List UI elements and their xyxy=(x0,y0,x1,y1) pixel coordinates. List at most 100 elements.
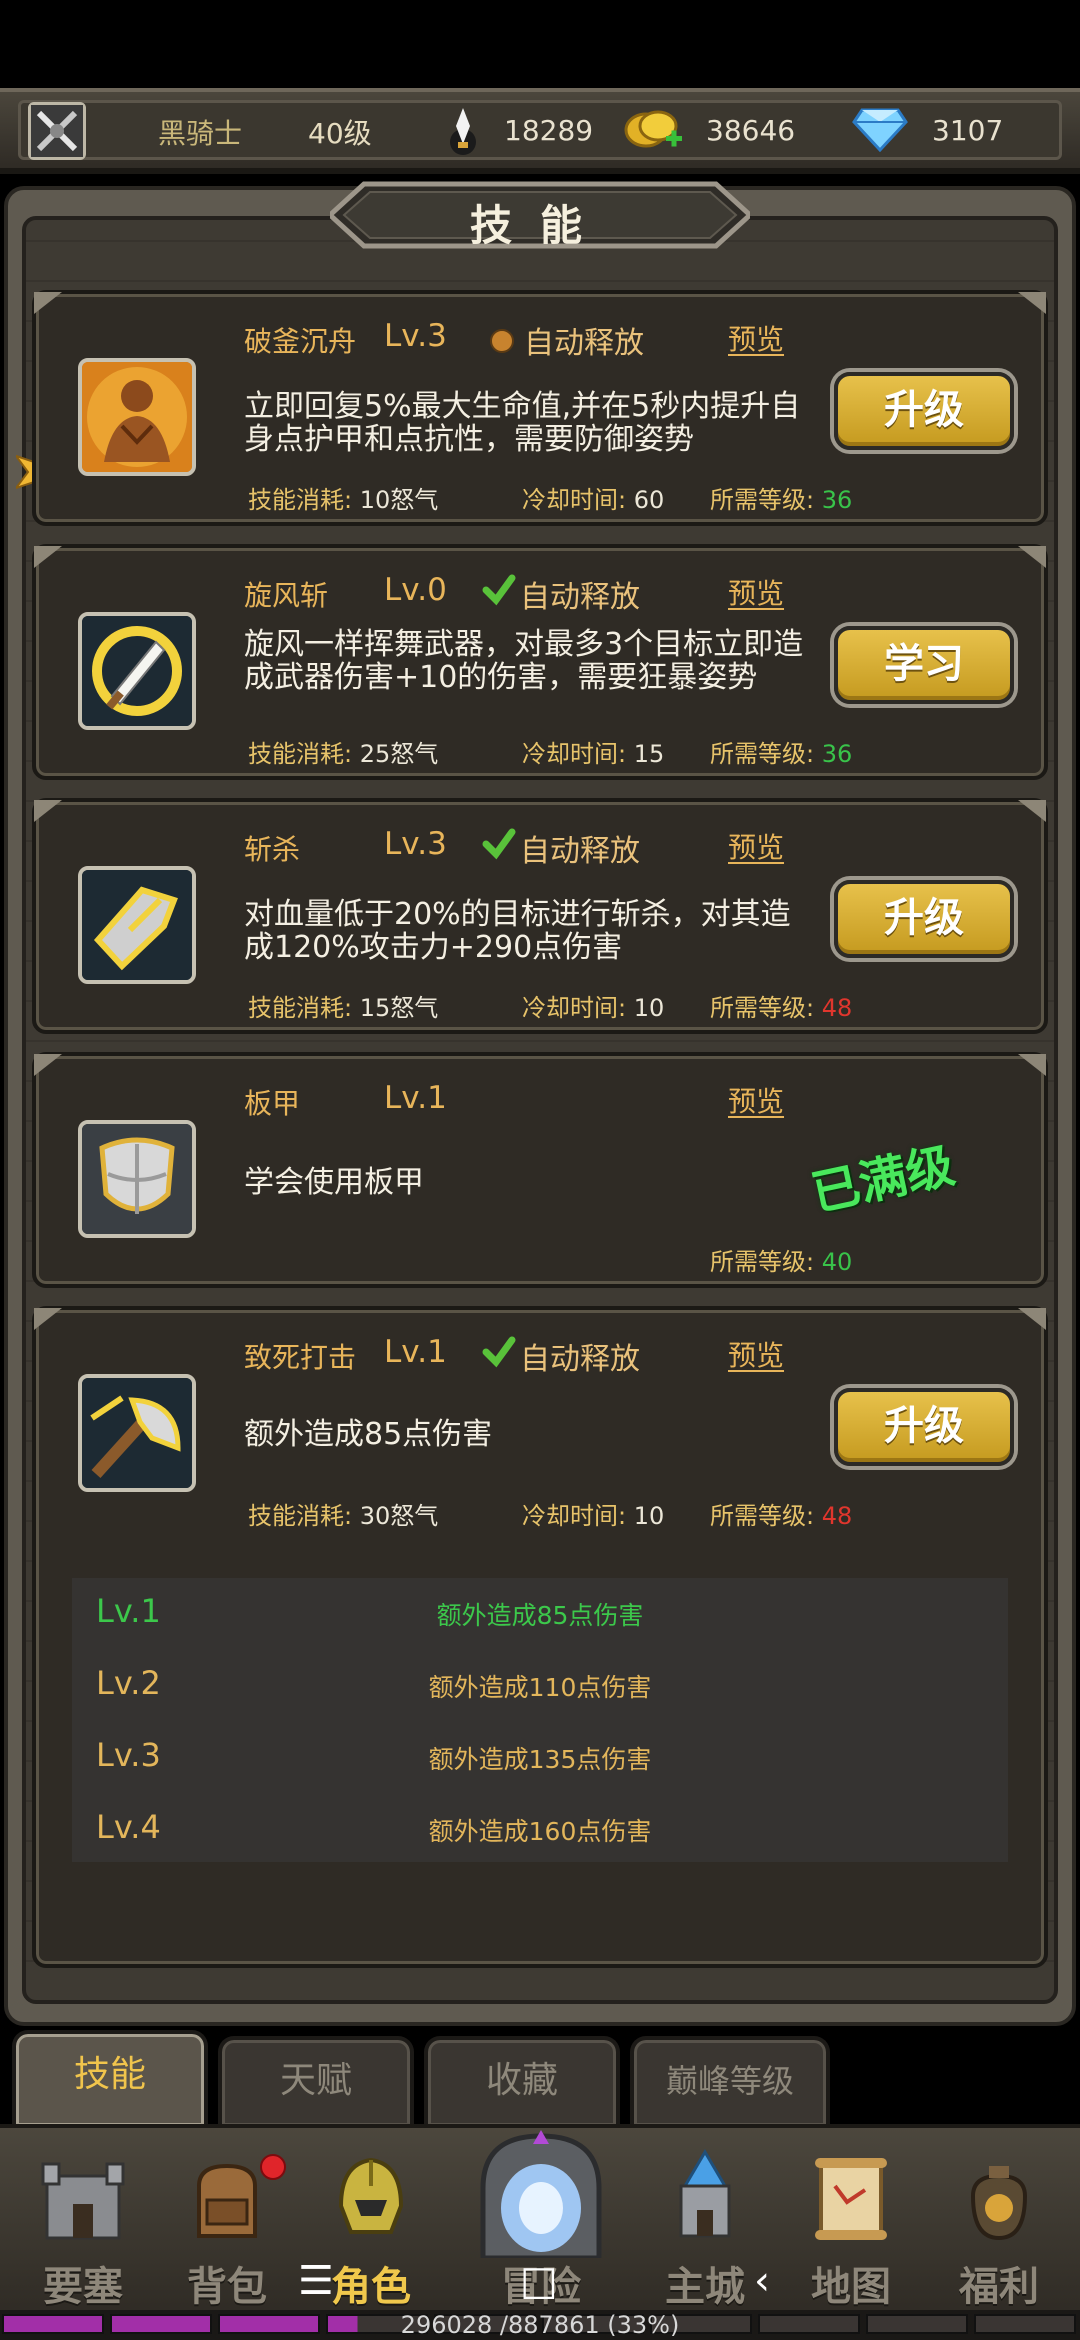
required-level-label: 所需等级: xyxy=(710,486,815,514)
tab-bar: 技能 天赋 收藏 巅峰等级 xyxy=(0,2030,1080,2126)
nav-label: 要塞 xyxy=(43,2264,123,2310)
auto-release-label: 自动释放 xyxy=(520,834,640,869)
cooldown-value: 15 xyxy=(633,740,665,768)
cost-label: 技能消耗: xyxy=(248,486,353,514)
level-table: Lv.1 额外造成85点伤害 Lv.2 额外造成110点伤害 Lv.3 额外造成… xyxy=(72,1578,1008,1862)
preview-link[interactable]: 预览 xyxy=(728,1334,784,1374)
skill-description: 学会使用板甲 xyxy=(244,1165,424,1200)
cooldown-value: 60 xyxy=(633,486,665,514)
skill-card-pofuchenzhou[interactable]: 破釜沉舟 Lv.3 自动释放 预览 立即回复5%最大生命值,并在5秒内提升自身点… xyxy=(32,290,1048,526)
nav-backpack[interactable]: 背包 xyxy=(162,2128,292,2314)
castle-icon xyxy=(679,2149,731,2238)
skill-card-xuanfengzhan[interactable]: 旋风斩 Lv.0 自动释放 预览 旋风一样挥舞武器，对最多3个目标立即造成武器伤… xyxy=(32,544,1048,780)
level-row: Lv.3 额外造成135点伤害 xyxy=(72,1722,1008,1794)
xp-text: 296028 /887861 (33%) xyxy=(400,2311,680,2339)
auto-release-toggle[interactable]: 自动释放 xyxy=(486,318,644,362)
upgrade-button[interactable]: 升级 xyxy=(834,372,1014,450)
cooldown-label: 冷却时间: xyxy=(522,994,627,1022)
cost-value: 25怒气 xyxy=(359,740,439,768)
required-level-value: 36 xyxy=(821,740,853,768)
player-name: 黑骑士 xyxy=(158,117,243,150)
preview-link[interactable]: 预览 xyxy=(728,1080,784,1120)
gold-value: 38646 xyxy=(706,114,796,147)
required-level-label: 所需等级: xyxy=(710,740,815,768)
nav-fortress[interactable]: 要塞 xyxy=(18,2128,148,2314)
cooldown-label: 冷却时间: xyxy=(522,740,627,768)
treasure-bag-icon xyxy=(970,2166,1028,2241)
required-level-value: 36 xyxy=(821,486,853,514)
auto-off-icon xyxy=(490,329,514,353)
fortress-icon xyxy=(41,2162,125,2240)
skill-description: 旋风一样挥舞武器，对最多3个目标立即造成武器伤害+10的伤害，需要狂暴姿势 xyxy=(244,627,804,695)
skill-description: 对血量低于20%的目标进行斩杀，对其造成120%攻击力+290点伤害 xyxy=(244,897,791,965)
learn-button[interactable]: 学习 xyxy=(834,626,1014,704)
map-scroll-icon xyxy=(815,2158,887,2240)
skill-level: Lv.1 xyxy=(384,1334,447,1370)
nav-label: 地图 xyxy=(811,2264,891,2310)
menu-icon[interactable]: ☰ xyxy=(298,2258,334,2304)
level-row: Lv.1 额外造成85点伤害 xyxy=(72,1578,1008,1650)
auto-release-toggle[interactable]: 自动释放 xyxy=(520,1334,640,1378)
auto-release-toggle[interactable]: 自动释放 xyxy=(520,572,640,616)
skill-card-zhansha[interactable]: 斩杀 Lv.3 自动释放 预览 对血量低于20%的目标进行斩杀，对其造成120%… xyxy=(32,798,1048,1034)
portal-icon xyxy=(480,2130,602,2258)
skill-level: Lv.0 xyxy=(384,572,447,608)
cost-label: 技能消耗: xyxy=(248,1502,353,1530)
status-bar: 黑骑士 40级 18289 38646 3107 xyxy=(0,88,1080,174)
checkmark-icon xyxy=(482,574,516,606)
required-level-label: 所需等级: xyxy=(710,994,815,1022)
helmet-icon xyxy=(338,2157,404,2234)
mortal-strike-icon xyxy=(78,1374,196,1492)
cost-value: 30怒气 xyxy=(359,1502,439,1530)
cooldown-value: 10 xyxy=(633,1502,665,1530)
back-icon[interactable]: ‹ xyxy=(754,2258,770,2304)
rage-warrior-icon xyxy=(78,358,196,476)
home-icon[interactable]: □ xyxy=(520,2258,558,2304)
preview-link[interactable]: 预览 xyxy=(728,826,784,866)
level-effect: 额外造成85点伤害 xyxy=(436,1601,644,1630)
tab-peak-level[interactable]: 巅峰等级 xyxy=(630,2036,830,2126)
skill-name: 斩杀 xyxy=(244,833,301,866)
level-effect: 额外造成110点伤害 xyxy=(428,1673,652,1702)
required-level-value: 48 xyxy=(821,994,853,1022)
skill-level: Lv.1 xyxy=(384,1080,447,1116)
required-level-label: 所需等级: xyxy=(710,1502,815,1530)
auto-release-toggle[interactable]: 自动释放 xyxy=(520,826,640,870)
avatar[interactable] xyxy=(28,102,86,160)
notification-dot xyxy=(260,2154,286,2180)
nav-map[interactable]: 地图 xyxy=(786,2128,916,2314)
auto-release-label: 自动释放 xyxy=(520,1342,640,1377)
page-title: 技能 xyxy=(469,201,610,250)
skill-description: 额外造成85点伤害 xyxy=(244,1417,493,1452)
skill-name: 致死打击 xyxy=(244,1341,357,1374)
tab-collection[interactable]: 收藏 xyxy=(424,2036,620,2126)
auto-release-label: 自动释放 xyxy=(520,580,640,615)
auto-release-label: 自动释放 xyxy=(524,326,644,361)
cost-value: 15怒气 xyxy=(359,994,439,1022)
tab-talent[interactable]: 天赋 xyxy=(218,2036,414,2126)
preview-link[interactable]: 预览 xyxy=(728,572,784,612)
stamina-value: 18289 xyxy=(504,114,594,147)
preview-link[interactable]: 预览 xyxy=(728,318,784,358)
gold-coin-icon[interactable] xyxy=(624,106,684,158)
player-level: 40级 xyxy=(308,117,372,150)
level-effect: 额外造成160点伤害 xyxy=(428,1817,652,1846)
nav-main-city[interactable]: 主城 xyxy=(640,2128,770,2314)
skill-name: 板甲 xyxy=(244,1087,301,1120)
required-level-value: 40 xyxy=(821,1248,853,1276)
tab-skills[interactable]: 技能 xyxy=(12,2030,208,2126)
nav-welfare[interactable]: 福利 xyxy=(934,2128,1064,2314)
diamond-icon[interactable] xyxy=(852,106,908,156)
checkmark-icon xyxy=(482,828,516,860)
diamond-value: 3107 xyxy=(932,114,1004,147)
required-level-label: 所需等级: xyxy=(710,1248,815,1276)
cooldown-value: 10 xyxy=(633,994,665,1022)
upgrade-button[interactable]: 升级 xyxy=(834,880,1014,958)
upgrade-button[interactable]: 升级 xyxy=(834,1388,1014,1466)
nav-label: 福利 xyxy=(959,2264,1039,2310)
required-level-value: 48 xyxy=(821,1502,853,1530)
nav-label: 背包 xyxy=(187,2264,267,2310)
skill-name: 破釜沉舟 xyxy=(244,325,357,358)
cooldown-label: 冷却时间: xyxy=(522,486,627,514)
nav-label: 主城 xyxy=(665,2264,745,2310)
